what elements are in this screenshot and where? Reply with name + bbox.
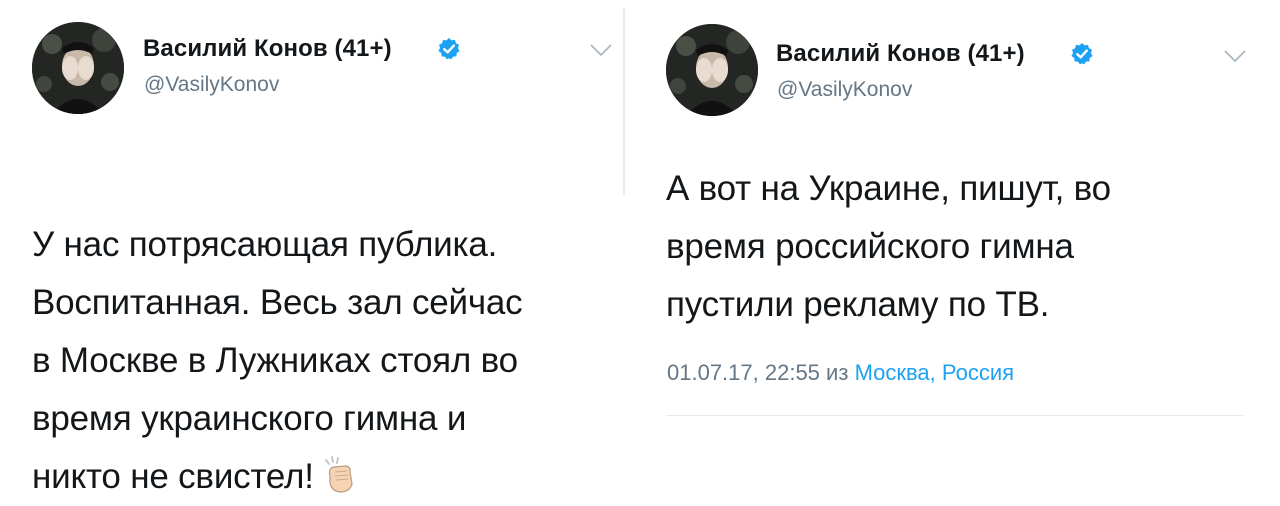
location-link[interactable]: Москва, Россия <box>855 360 1014 385</box>
tweet-text: А вот на Украине, пишут, во время россий… <box>666 169 1111 324</box>
verified-badge-icon <box>438 38 460 60</box>
tweet-text: У нас потрясающая публика. Воспитанная. … <box>32 158 622 506</box>
tweet-card-right: Василий Конов (41+) @VasilyKonov А вот н… <box>630 0 1280 453</box>
from-label: из <box>826 360 849 385</box>
tweet-card-left: Василий Конов (41+) @VasilyKonov У нас п… <box>0 0 625 496</box>
author-name[interactable]: Василий Конов (41+) <box>143 35 392 63</box>
avatar-photo-icon <box>666 24 758 116</box>
author-handle[interactable]: @VasilyKonov <box>777 78 912 102</box>
tweet-text-body: У нас потрясающая публика. Воспитанная. … <box>32 225 523 496</box>
stats-divider <box>666 415 1244 416</box>
clapping-hands-icon <box>324 456 353 493</box>
avatar[interactable] <box>666 24 758 116</box>
pane-divider <box>623 8 625 196</box>
avatar-photo-icon <box>32 22 124 114</box>
chevron-down-icon[interactable] <box>588 42 614 58</box>
chevron-down-icon[interactable] <box>1222 48 1248 64</box>
avatar[interactable] <box>32 22 124 114</box>
tweet-meta: 01.07.17, 22:55 из Москва, Россия <box>667 360 1014 386</box>
author-name[interactable]: Василий Конов (41+) <box>776 40 1025 68</box>
tweet-timestamp[interactable]: 01.07.17, 22:55 <box>667 360 820 385</box>
verified-badge-icon <box>1071 43 1093 65</box>
author-handle[interactable]: @VasilyKonov <box>144 73 279 97</box>
